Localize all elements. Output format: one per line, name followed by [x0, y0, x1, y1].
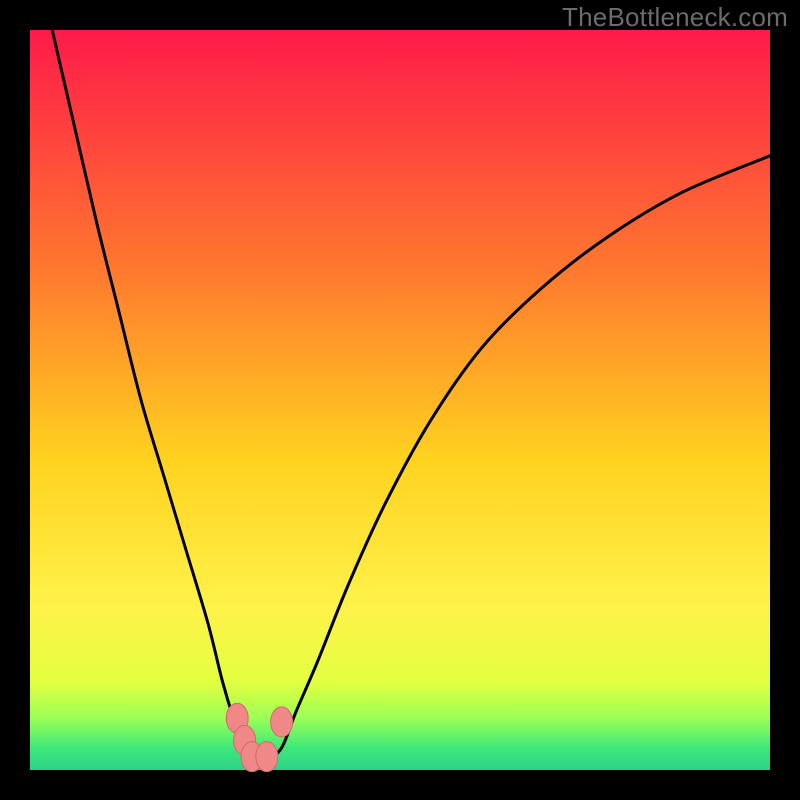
chart-stage: TheBottleneck.com — [0, 0, 800, 800]
marker-trough-right — [256, 742, 278, 772]
bottleneck-chart — [0, 0, 800, 800]
watermark-label: TheBottleneck.com — [562, 2, 788, 33]
marker-right-cluster — [271, 707, 293, 737]
